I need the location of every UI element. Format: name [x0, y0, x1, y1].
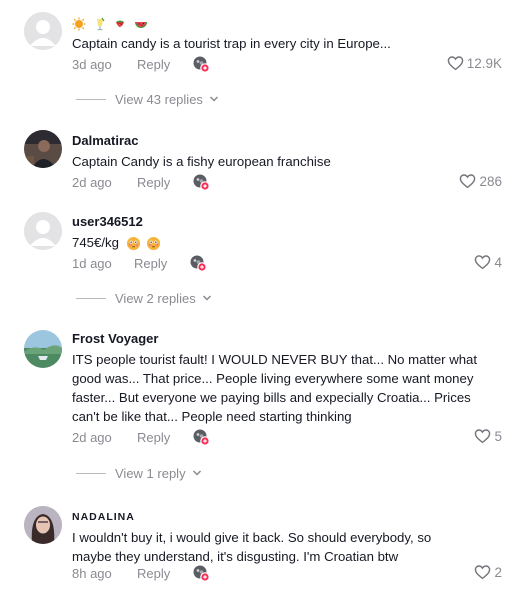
like-button[interactable]: 4 [474, 254, 502, 270]
sticker-reaction-icon[interactable] [192, 428, 210, 446]
like-count: 4 [494, 254, 502, 270]
strawberry-emoji-icon [116, 20, 125, 27]
avatar[interactable] [24, 330, 62, 368]
sticker-reaction-icon[interactable] [192, 55, 210, 73]
heart-outline-icon [475, 429, 491, 444]
comment-username[interactable]: Frost Voyager [72, 330, 502, 348]
sun-emoji-icon [72, 17, 86, 31]
heart-outline-icon [460, 174, 476, 189]
reply-button[interactable]: Reply [137, 430, 170, 445]
comment-username[interactable]: user346512 [72, 213, 502, 231]
comment-item: Dalmatirac Captain Candy is a fishy euro… [0, 120, 512, 200]
reply-button[interactable]: Reply [137, 566, 170, 581]
view-replies-button[interactable]: View 1 reply [76, 463, 202, 483]
comment-date: 1d ago [72, 256, 112, 271]
comment-username[interactable]: NADALINA [72, 508, 502, 526]
divider-line [76, 98, 106, 100]
like-button[interactable]: 12.9K [447, 55, 502, 71]
avatar[interactable] [24, 130, 62, 168]
view-replies-button[interactable]: View 43 replies [76, 89, 219, 109]
like-count: 5 [494, 428, 502, 444]
chevron-down-icon [209, 96, 218, 102]
heart-outline-icon [475, 565, 491, 580]
reply-button[interactable]: Reply [134, 256, 167, 271]
flushed-face-emoji-icon [147, 236, 161, 251]
comment-text: Captain candy is a tourist trap in every… [72, 36, 391, 51]
sticker-reaction-icon[interactable] [192, 173, 210, 191]
comment-text: Captain Candy is a fishy european franch… [72, 154, 331, 169]
divider-line [76, 472, 106, 474]
watermelon-emoji-icon [134, 21, 147, 28]
chevron-down-icon [192, 470, 201, 476]
avatar-default[interactable] [24, 12, 62, 50]
comment-username-emojis[interactable] [72, 14, 502, 32]
comment-text: ITS people tourist fault! I WOULD NEVER … [72, 352, 478, 424]
comment-date: 2d ago [72, 430, 112, 445]
like-count: 286 [479, 173, 502, 189]
comment-text: I wouldn't buy it, i would give it back.… [72, 530, 432, 564]
comment-item: Frost Voyager ITS people tourist fault! … [0, 318, 512, 458]
chevron-down-icon [202, 295, 211, 301]
comment-date: 3d ago [72, 57, 112, 72]
comment-item: Captain candy is a tourist trap in every… [0, 0, 512, 80]
reply-button[interactable]: Reply [137, 57, 170, 72]
sticker-reaction-icon[interactable] [192, 564, 210, 582]
view-replies-button[interactable]: View 2 replies [76, 288, 212, 308]
heart-outline-icon [447, 56, 464, 71]
comment-item: user346512 745€/kg 1d ago Reply 4 [0, 200, 512, 280]
like-button[interactable]: 5 [474, 428, 502, 444]
avatar[interactable] [24, 506, 62, 544]
view-replies-label: View 1 reply [115, 465, 186, 481]
like-count: 2 [494, 564, 502, 580]
view-replies-label: View 43 replies [115, 91, 203, 107]
comment-username[interactable]: Dalmatirac [72, 132, 502, 150]
sticker-reaction-icon[interactable] [189, 254, 207, 272]
view-replies-label: View 2 replies [115, 290, 196, 306]
comment-text: 745€/kg [72, 235, 119, 250]
cocktail-emoji-icon [96, 17, 105, 30]
avatar-default[interactable] [24, 212, 62, 250]
flushed-face-emoji-icon [126, 236, 140, 251]
comment-text-row: 745€/kg [72, 233, 502, 252]
comment-item: NADALINA I wouldn't buy it, i would give… [0, 494, 512, 598]
reply-button[interactable]: Reply [137, 175, 170, 190]
heart-outline-icon [475, 255, 491, 270]
comment-date: 8h ago [72, 566, 112, 581]
like-count: 12.9K [466, 55, 502, 71]
like-button[interactable]: 286 [459, 173, 502, 189]
like-button[interactable]: 2 [474, 564, 502, 580]
comment-date: 2d ago [72, 175, 112, 190]
divider-line [76, 297, 106, 299]
